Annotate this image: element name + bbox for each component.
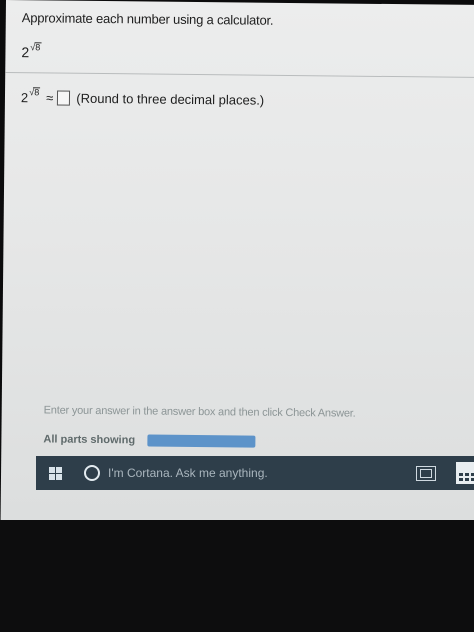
problem-expression: 2√8 bbox=[21, 42, 42, 61]
divider bbox=[5, 71, 474, 79]
answer-input[interactable] bbox=[57, 90, 71, 106]
exponent: √8 bbox=[30, 42, 42, 53]
cortana-icon bbox=[84, 465, 100, 481]
windows-taskbar: I'm Cortana. Ask me anything. bbox=[36, 456, 474, 490]
radicand: 8 bbox=[33, 87, 41, 98]
cortana-search-box[interactable]: I'm Cortana. Ask me anything. bbox=[74, 459, 384, 487]
approx-symbol: ≈ bbox=[46, 90, 54, 106]
answer-hint: Enter your answer in the answer box and … bbox=[43, 404, 356, 420]
answer-row: 2√8 ≈ (Round to three decimal places.) bbox=[20, 87, 265, 108]
start-button[interactable] bbox=[36, 456, 74, 490]
status-row: All parts showing bbox=[43, 433, 256, 448]
task-view-icon[interactable] bbox=[416, 465, 436, 481]
status-label: All parts showing bbox=[43, 433, 136, 447]
power-expression-answer: 2√8 bbox=[20, 87, 41, 106]
exponent: √8 bbox=[29, 87, 41, 98]
radicand: 8 bbox=[34, 42, 42, 53]
instruction-text: Approximate each number using a calculat… bbox=[21, 10, 274, 28]
cortana-placeholder: I'm Cortana. Ask me anything. bbox=[108, 466, 268, 480]
power-expression: 2√8 bbox=[21, 42, 42, 61]
base: 2 bbox=[20, 90, 29, 106]
base: 2 bbox=[21, 44, 30, 61]
rounding-note: (Round to three decimal places.) bbox=[76, 90, 265, 108]
question-page: Approximate each number using a calculat… bbox=[1, 0, 474, 460]
calculator-icon[interactable] bbox=[456, 462, 474, 484]
monitor-bezel bbox=[0, 520, 474, 632]
screen: Approximate each number using a calculat… bbox=[0, 0, 474, 525]
status-progress-bar[interactable] bbox=[147, 434, 256, 448]
windows-logo-icon bbox=[48, 466, 62, 480]
